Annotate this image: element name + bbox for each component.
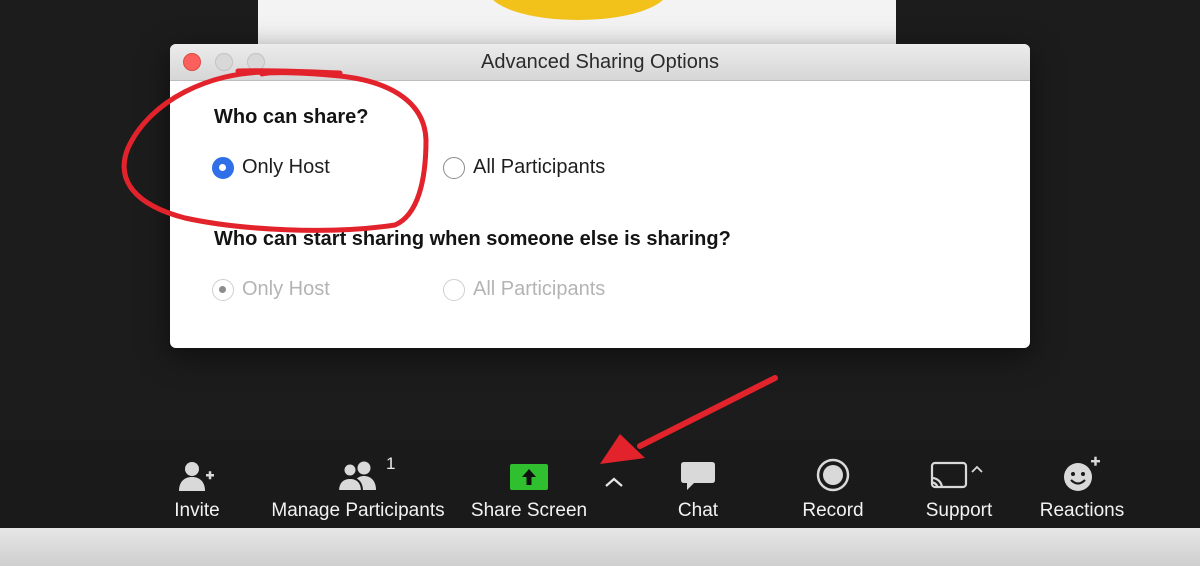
dialog-titlebar: Advanced Sharing Options — [170, 44, 1030, 81]
advanced-sharing-options-dialog: Advanced Sharing Options Who can share? … — [170, 44, 1030, 348]
reactions-icon — [1062, 440, 1102, 492]
chat-button[interactable]: Chat — [664, 440, 732, 528]
toolbar-label: Share Screen — [470, 500, 588, 521]
reactions-button[interactable]: Reactions — [1036, 440, 1128, 528]
shared-image-fragment — [488, 0, 668, 20]
manage-participants-button[interactable]: Manage Participants 1 — [266, 440, 450, 528]
window-bottom-edge — [0, 528, 1200, 566]
record-icon — [816, 440, 850, 492]
participant-count: 1 — [386, 454, 396, 473]
chat-icon — [680, 440, 716, 492]
share-options-chevron-button[interactable] — [598, 440, 630, 528]
record-button[interactable]: Record — [790, 440, 876, 528]
toolbar-label: Invite — [174, 500, 220, 521]
support-button[interactable]: Support — [914, 440, 1004, 528]
option-label: Only Host — [242, 156, 330, 178]
share-screen-icon — [509, 440, 549, 492]
share-screen-button[interactable]: Share Screen — [466, 440, 592, 528]
radio-unchecked-icon[interactable] — [443, 156, 465, 179]
radio-checked-disabled-icon — [212, 278, 234, 301]
meeting-toolbar: Invite Manage Participants 1 Share Scree… — [0, 440, 1200, 528]
dialog-title: Advanced Sharing Options — [481, 51, 719, 73]
option-label: All Participants — [473, 156, 606, 178]
chevron-up-icon — [603, 440, 625, 488]
option-label: All Participants — [473, 278, 606, 300]
radio-checked-icon[interactable] — [212, 156, 234, 179]
participants-icon — [337, 440, 379, 492]
add-person-icon — [178, 440, 216, 492]
toolbar-label: Support — [925, 500, 993, 521]
toolbar-label: Chat — [677, 500, 719, 521]
toolbar-label: Manage Participants — [271, 500, 445, 521]
invite-button[interactable]: Invite — [158, 440, 236, 528]
radio-unchecked-disabled-icon — [443, 278, 465, 301]
annotation-red-arrow — [637, 375, 778, 449]
support-cast-icon — [928, 440, 990, 492]
option-label: Only Host — [242, 278, 330, 300]
start-sharing-only-host-option: Only Host — [212, 278, 330, 301]
toolbar-label: Record — [802, 500, 864, 521]
who-can-share-only-host-option[interactable]: Only Host — [212, 156, 330, 179]
who-can-share-label: Who can share? — [214, 106, 369, 128]
who-can-start-sharing-label: Who can start sharing when someone else … — [214, 228, 731, 250]
start-sharing-all-participants-option: All Participants — [443, 278, 605, 301]
who-can-share-all-participants-option[interactable]: All Participants — [443, 156, 605, 179]
zoom-meeting-window: Advanced Sharing Options Who can share? … — [0, 0, 1200, 566]
toolbar-label: Reactions — [1039, 500, 1125, 521]
